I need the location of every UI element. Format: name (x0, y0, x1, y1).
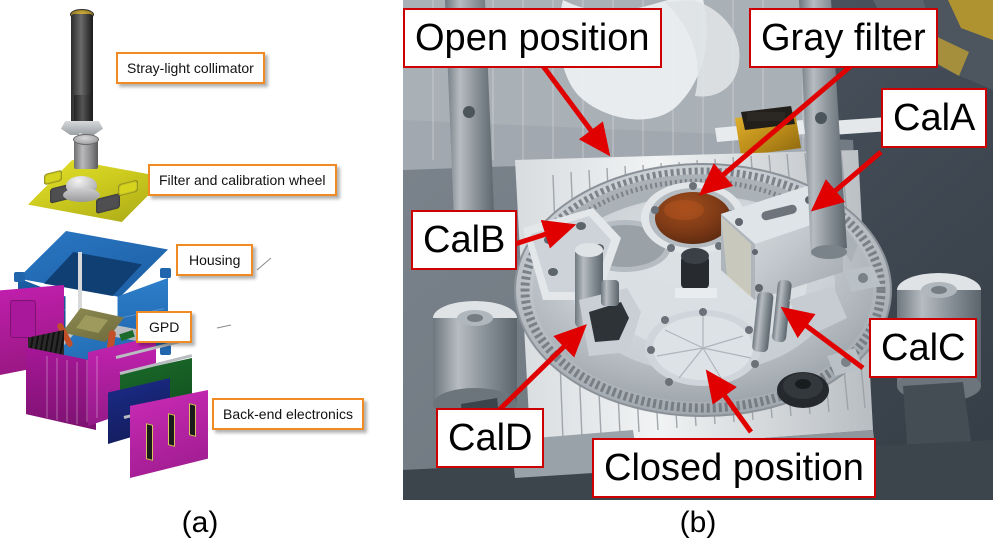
label-text: Housing (189, 252, 241, 268)
label-open-position[interactable]: Open position (403, 8, 662, 68)
label-text: Gray filter (761, 17, 926, 59)
label-text: CalB (423, 219, 506, 261)
label-cal-a[interactable]: CalA (881, 88, 988, 148)
wheel-motor-top (73, 134, 99, 145)
label-back-end-electronics[interactable]: Back-end electronics (212, 398, 364, 430)
label-text: CalC (881, 327, 966, 369)
label-cal-b[interactable]: CalB (411, 210, 518, 270)
back-plate-cutout (10, 300, 36, 338)
housing-mount-foot (14, 272, 25, 282)
label-text: Filter and calibration wheel (159, 172, 326, 188)
connector-slot (168, 413, 175, 447)
label-text: Open position (415, 17, 650, 59)
exploded-cad-illustration: Stray-light collimator Filter and calibr… (0, 0, 400, 500)
panel-a: Stray-light collimator Filter and calibr… (0, 0, 400, 552)
label-text: Stray-light collimator (127, 60, 254, 76)
electronics-rib (46, 355, 48, 419)
electronics-rib (76, 361, 78, 425)
label-text: CalA (893, 97, 976, 139)
panel-b: Open position Gray filter CalA CalB CalC… (403, 0, 993, 552)
connector-slot (189, 403, 196, 437)
panel-a-caption: (a) (181, 506, 219, 539)
label-text: GPD (149, 319, 180, 335)
label-text: Closed position (604, 447, 864, 489)
electronics-rib (96, 355, 98, 419)
label-text: CalD (448, 417, 533, 459)
label-closed-position[interactable]: Closed position (592, 438, 876, 498)
figure-root: Stray-light collimator Filter and calibr… (0, 0, 993, 552)
electronics-rib (66, 359, 68, 423)
electronics-rib (56, 357, 58, 421)
wheel-dome-base (63, 188, 100, 202)
label-cal-c[interactable]: CalC (869, 318, 978, 378)
label-text: Back-end electronics (223, 406, 353, 422)
label-gpd[interactable]: GPD (136, 311, 193, 343)
electronics-rib (86, 359, 88, 423)
collimator-flange (61, 121, 103, 135)
label-cal-d[interactable]: CalD (436, 408, 545, 468)
label-stray-light-collimator[interactable]: Stray-light collimator (116, 52, 265, 84)
label-gray-filter[interactable]: Gray filter (749, 8, 938, 68)
label-housing[interactable]: Housing (176, 244, 254, 276)
connector-slot (146, 423, 153, 461)
housing-mount-foot (160, 268, 171, 278)
label-filter-and-calibration-wheel[interactable]: Filter and calibration wheel (148, 164, 337, 196)
panel-b-caption: (b) (679, 506, 717, 539)
